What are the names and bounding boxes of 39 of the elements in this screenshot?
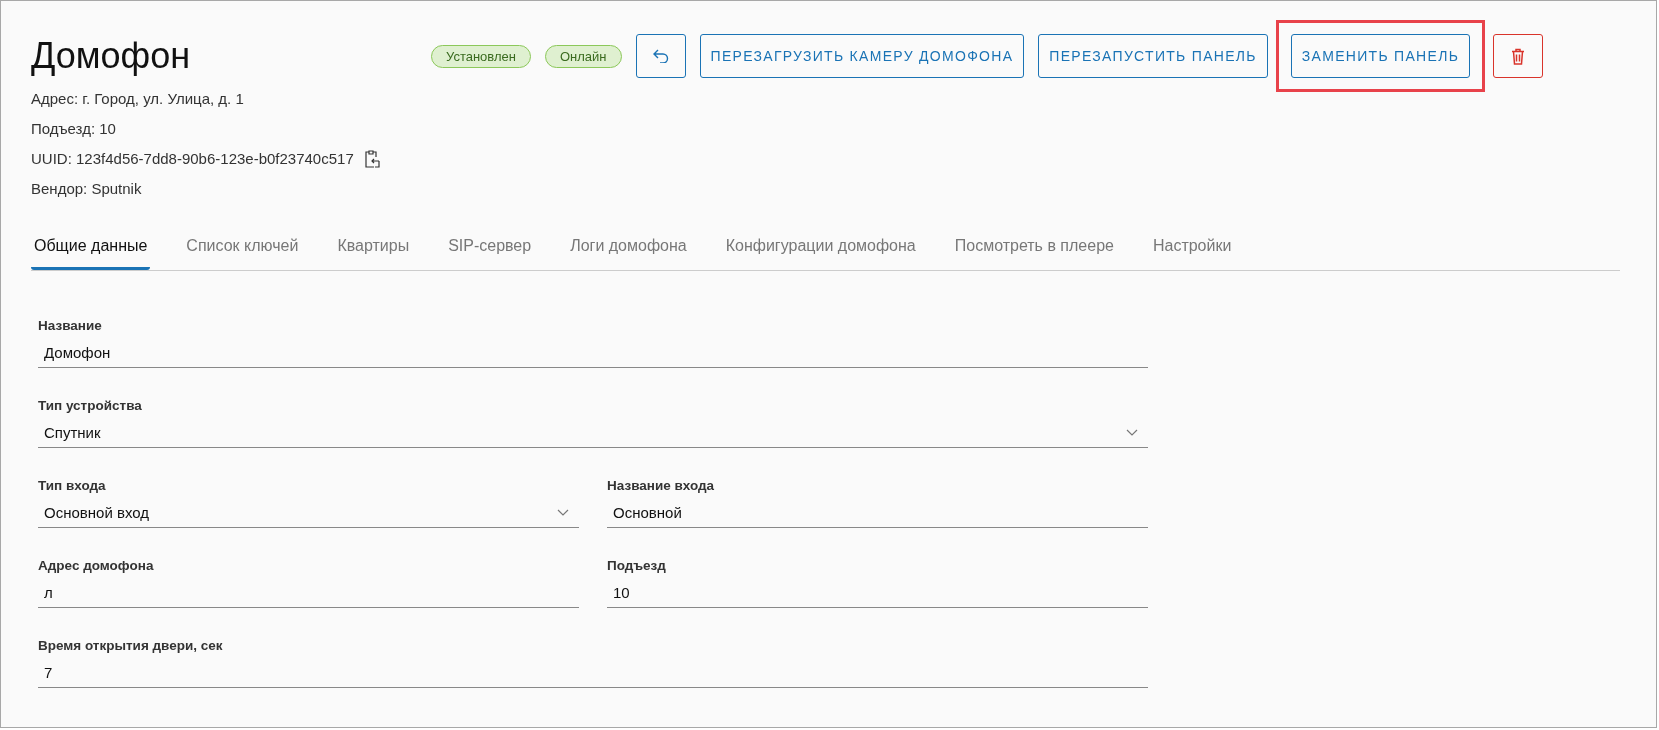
info-text: Вендор: Sputnik (31, 179, 142, 199)
action-button[interactable]: ЗАМЕНИТЬ ПАНЕЛЬ (1290, 34, 1471, 78)
select-field[interactable]: Основной вход (38, 497, 579, 528)
page-title: Домофон (31, 35, 192, 77)
field-label: Адрес домофона (38, 558, 155, 573)
tab[interactable]: Логи домофона (567, 226, 690, 270)
chevron-down-icon[interactable] (1126, 428, 1138, 436)
trash-icon (1511, 47, 1526, 65)
tab[interactable]: Общие данные (31, 226, 151, 270)
input-field[interactable]: 7 (38, 657, 1148, 688)
action-button[interactable]: ПЕРЕЗАГРУЗИТЬ КАМЕРУ ДОМОФОНА (699, 34, 1025, 78)
input-field[interactable]: 10 (607, 577, 1148, 608)
field-label: Время открытия двери, сек (38, 638, 224, 653)
field-label: Название (38, 318, 103, 333)
tab[interactable]: Список ключей (183, 226, 302, 270)
tab[interactable]: Посмотреть в плеере (951, 226, 1117, 270)
tab[interactable]: Квартиры (334, 226, 413, 270)
info-text: Подъезд: 10 (31, 119, 116, 139)
info-text: UUID: 123f4d56-7dd8-90b6-123e-b0f23740c517 (31, 149, 354, 169)
chevron-down-icon[interactable] (557, 508, 569, 516)
status-badge: Онлайн (544, 44, 622, 68)
select-field[interactable]: Спутник (38, 417, 1148, 448)
action-button[interactable]: ПЕРЕЗАПУСТИТЬ ПАНЕЛЬ (1038, 34, 1268, 78)
field-label: Название входа (607, 478, 716, 493)
undo-button[interactable] (635, 34, 686, 78)
tab[interactable]: Конфигурации домофона (722, 226, 919, 270)
field-label: Тип входа (38, 478, 107, 493)
undo-icon (652, 49, 669, 63)
copy-icon[interactable] (363, 150, 380, 168)
input-field[interactable]: Домофон (38, 337, 1148, 368)
field-label: Тип устройства (38, 398, 143, 413)
input-field[interactable]: Основной (607, 497, 1148, 528)
tab[interactable]: SIP-сервер (445, 226, 535, 270)
status-badge: Установлен (431, 44, 531, 68)
delete-button[interactable] (1493, 34, 1544, 78)
field-label: Подъезд (607, 558, 667, 573)
input-field[interactable]: л (38, 577, 579, 608)
tab[interactable]: Настройки (1149, 226, 1235, 270)
info-text: Адрес: г. Город, ул. Улица, д. 1 (31, 89, 244, 109)
